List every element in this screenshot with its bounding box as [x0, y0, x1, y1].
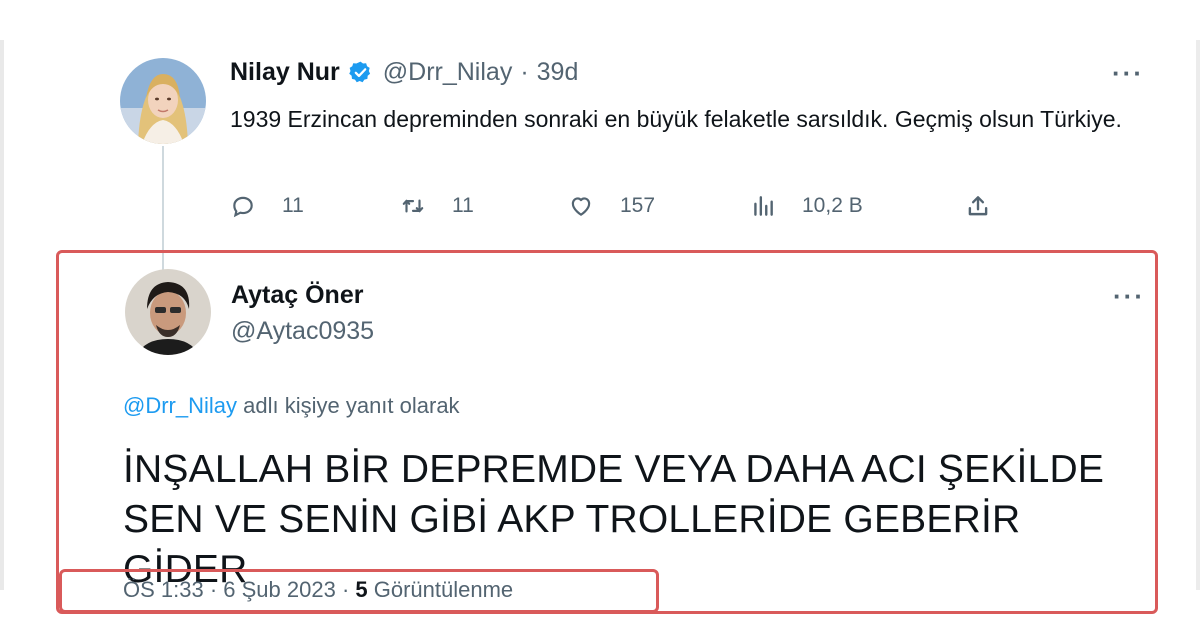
more-options-icon[interactable]: ··· [1112, 60, 1144, 86]
replying-to-mention-link[interactable]: @Drr_Nilay [123, 393, 237, 418]
avatar-nilay-image [120, 58, 206, 144]
replying-to-text: adlı kişiye yanıt olarak [237, 393, 460, 418]
like-button[interactable]: 157 [568, 193, 655, 219]
replying-to-context: @Drr_Nilay adlı kişiye yanıt olarak [123, 393, 460, 419]
tweet-time[interactable]: ÖS 1:33 [123, 577, 204, 602]
reply-author-display-name[interactable]: Aytaç Öner [231, 281, 363, 310]
reply-author-row: Aytaç Öner [231, 281, 363, 310]
retweet-button[interactable]: 11 [400, 193, 474, 219]
heart-icon [571, 197, 591, 216]
meta-separator-2: · [335, 577, 356, 602]
avatar-aytac-oner[interactable] [125, 269, 211, 355]
tweet-date[interactable]: 6 Şub 2023 [223, 577, 336, 602]
like-count: 157 [620, 194, 656, 217]
verified-badge-icon [348, 60, 373, 85]
views-chart-icon [754, 196, 773, 216]
separator-dot: · [520, 58, 529, 86]
reply-views-label: Görüntülenme [367, 577, 514, 602]
reply-views-count: 5 [355, 577, 368, 602]
reply-tweet-highlight-frame[interactable]: Aytaç Öner @Aytac0935 ··· @Drr_Nilay adl… [56, 250, 1158, 614]
author-handle[interactable]: @Drr_Nilay [383, 58, 513, 87]
reply-more-options-icon[interactable]: ··· [1113, 283, 1145, 309]
original-tweet[interactable]: Nilay Nur @Drr_Nilay · 39d ··· 1939 Erzi… [100, 50, 1160, 250]
author-display-name[interactable]: Nilay Nur [230, 58, 340, 87]
retweet-icon [402, 199, 424, 213]
reply-count: 11 [282, 194, 304, 217]
avatar-nilay-nur[interactable] [120, 58, 206, 144]
reply-text-line-1: İNŞALLAH BİR DEPREMDE VEYA DAHA ACI ŞEKİ… [123, 448, 1105, 491]
reply-author-handle[interactable]: @Aytac0935 [231, 317, 374, 346]
page-edge-left [0, 40, 4, 590]
views-count: 10,2 B [802, 194, 863, 217]
share-button[interactable] [965, 193, 991, 219]
tweet-text: 1939 Erzincan depreminden sonraki en büy… [230, 106, 1122, 132]
tweet-actions-bar: 11 11 157 10,2 B [230, 193, 1010, 223]
tweet-meta-info: ÖS 1:33 · 6 Şub 2023 · 5 Görüntülenme [123, 577, 513, 603]
original-author-row: Nilay Nur @Drr_Nilay · 39d [230, 58, 578, 87]
tweet-time-ago[interactable]: 39d [537, 58, 579, 87]
meta-separator-1: · [203, 577, 224, 602]
retweet-count: 11 [452, 194, 474, 217]
share-icon [968, 196, 988, 216]
page-edge-right [1196, 40, 1200, 590]
reply-icon [233, 196, 253, 218]
reply-button[interactable]: 11 [230, 193, 304, 219]
avatar-aytac-image [125, 269, 211, 355]
views-button[interactable]: 10,2 B [750, 193, 863, 219]
